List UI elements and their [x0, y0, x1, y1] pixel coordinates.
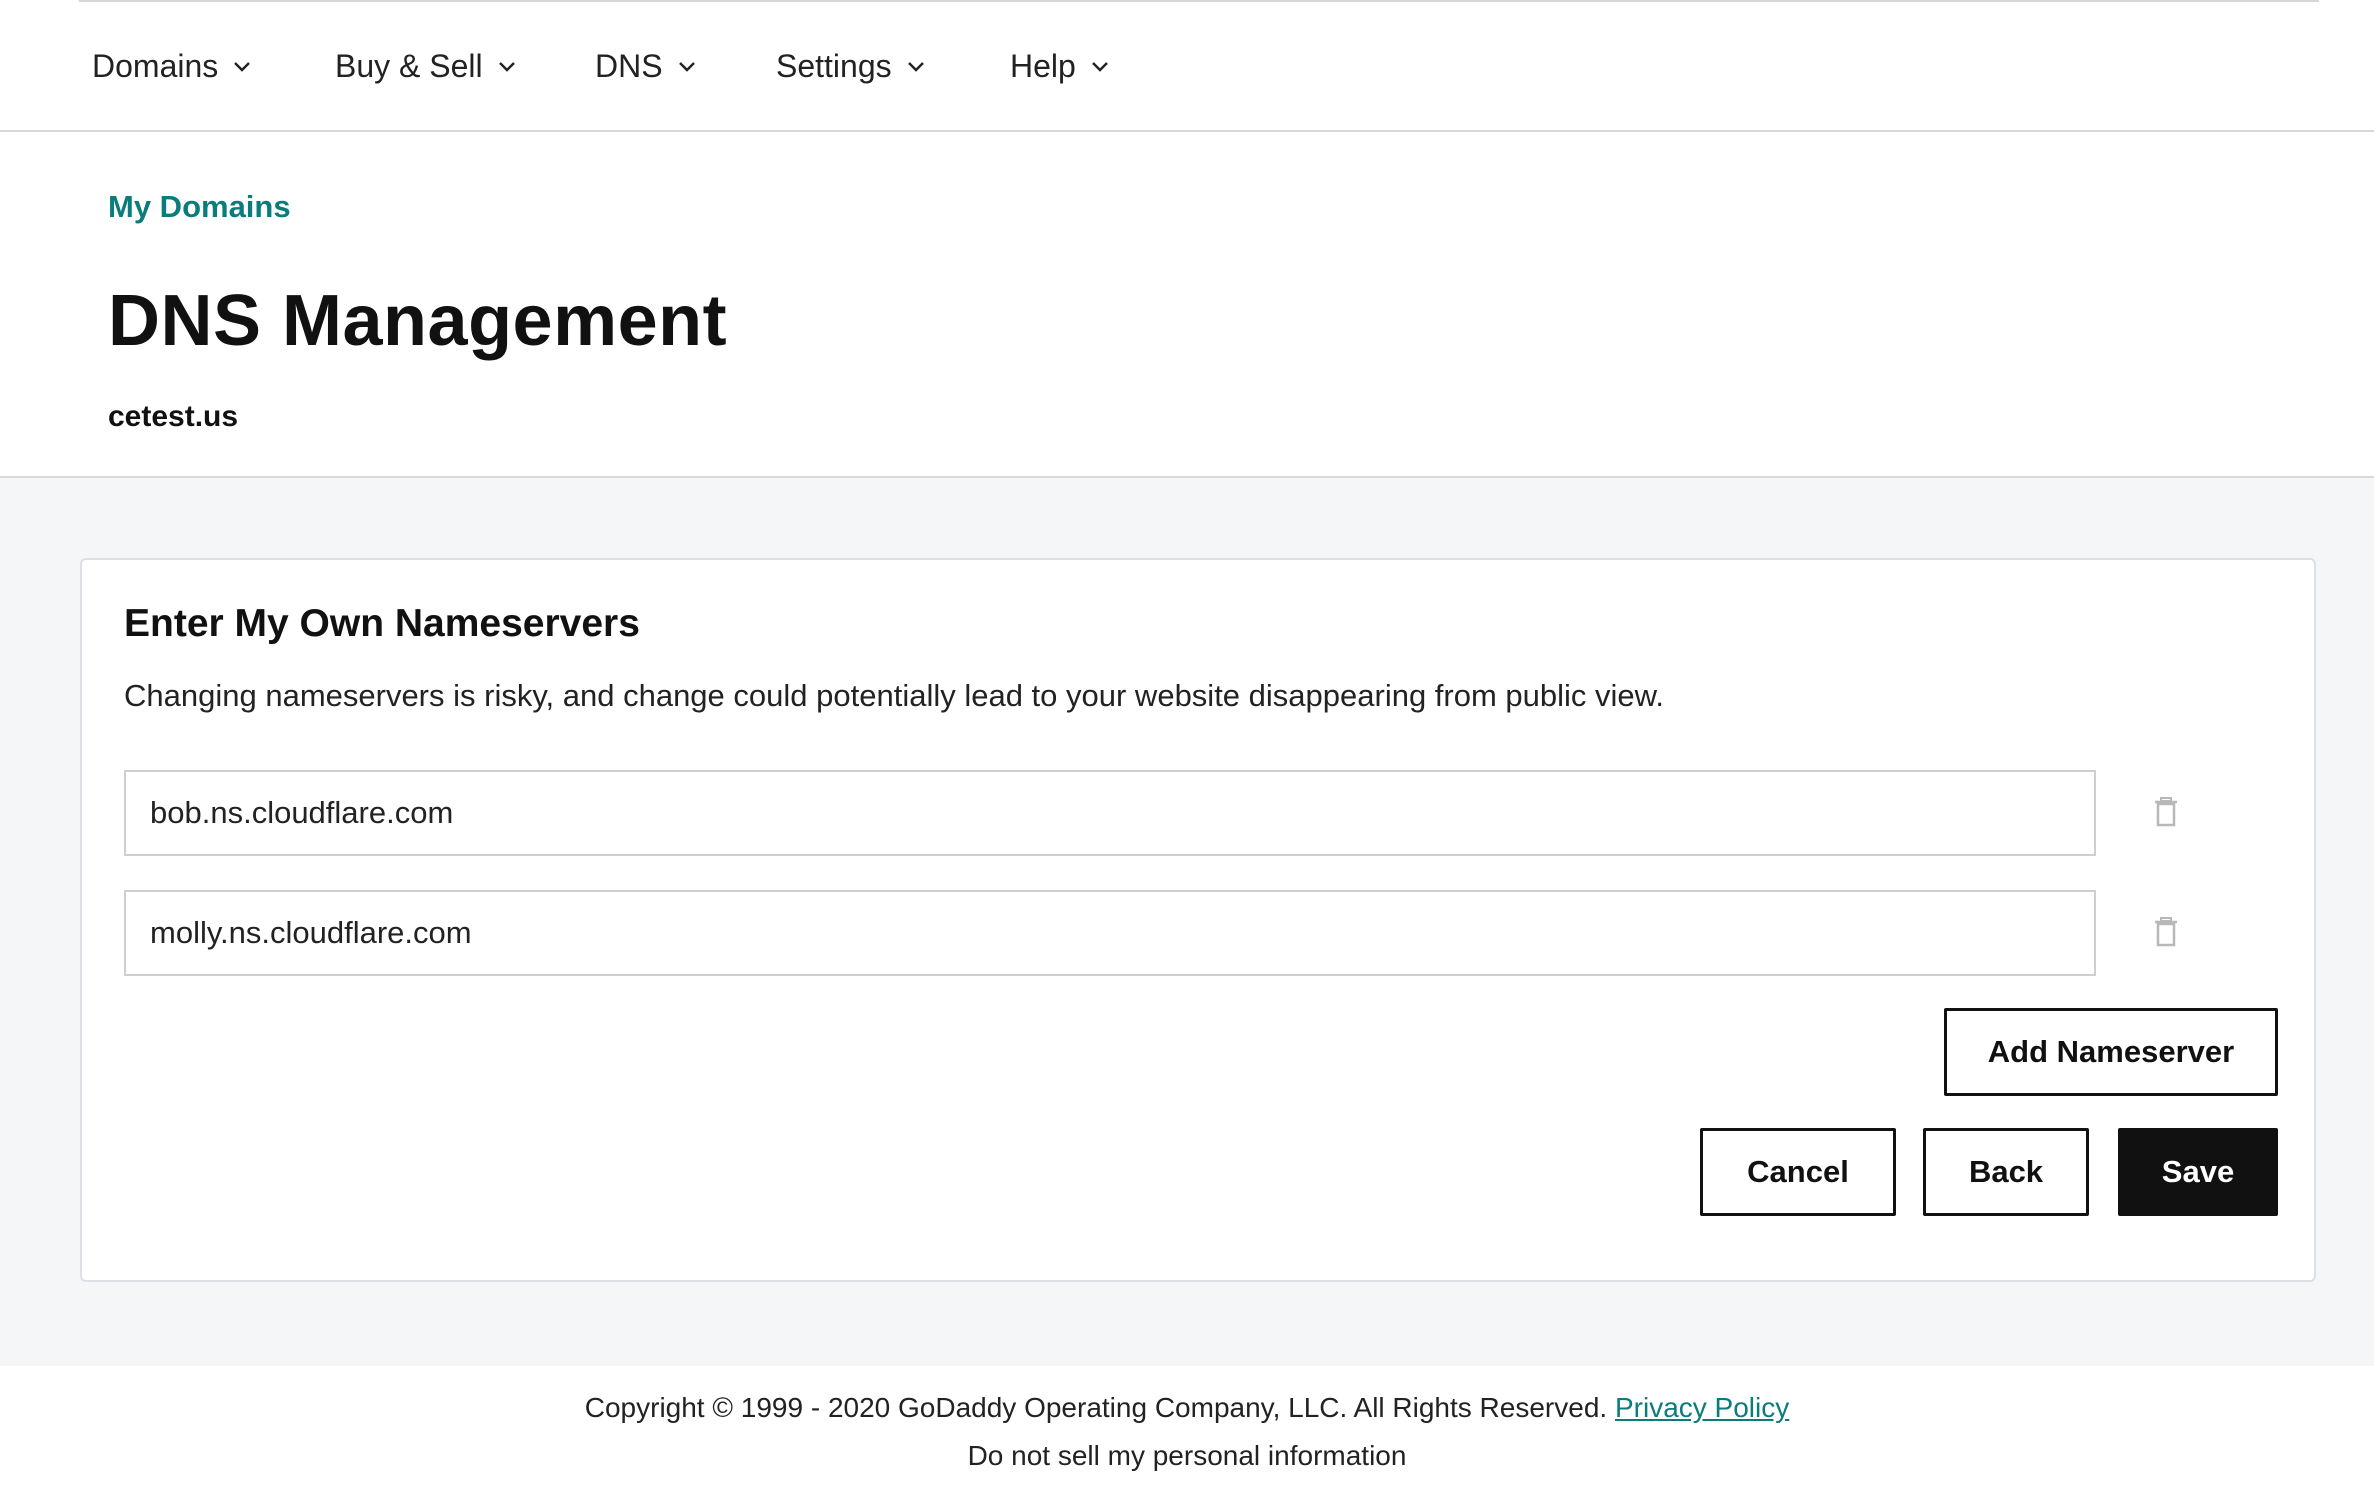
nameserver-input-1[interactable]: [124, 770, 2096, 856]
save-button[interactable]: Save: [2118, 1128, 2278, 1216]
nav-help-label: Help: [1010, 47, 1076, 84]
page-footer: Copyright © 1999 - 2020 GoDaddy Operatin…: [0, 1366, 2374, 1488]
nav-domains-label: Domains: [92, 47, 219, 84]
copyright-text: Copyright © 1999 - 2020 GoDaddy Operatin…: [584, 1392, 1608, 1423]
add-nameserver-button[interactable]: Add Nameserver: [1944, 1008, 2278, 1096]
content-area: Enter My Own Nameservers Changing namese…: [0, 478, 2374, 1366]
card-description: Changing nameservers is risky, and chang…: [124, 678, 1664, 713]
nav-dns-label: DNS: [595, 47, 663, 84]
chevron-down-icon: [678, 62, 695, 72]
privacy-policy-link[interactable]: Privacy Policy: [1615, 1392, 1789, 1423]
trash-icon[interactable]: [2152, 916, 2180, 948]
chevron-down-icon: [907, 62, 924, 72]
nameservers-card: Enter My Own Nameservers Changing namese…: [80, 558, 2316, 1282]
nav-dns[interactable]: DNS: [595, 44, 697, 88]
nameserver-input-2[interactable]: [124, 890, 2096, 976]
page-title: DNS Management: [108, 281, 728, 361]
nav-settings-label: Settings: [776, 47, 892, 84]
back-button[interactable]: Back: [1923, 1128, 2089, 1216]
page-header: My Domains DNS Management cetest.us: [0, 132, 2374, 478]
chevron-down-icon: [234, 62, 251, 72]
trash-icon[interactable]: [2152, 796, 2180, 828]
breadcrumb-my-domains[interactable]: My Domains: [108, 189, 291, 225]
nav-buy-sell-label: Buy & Sell: [335, 47, 483, 84]
do-not-sell-link[interactable]: Do not sell my personal information: [0, 1440, 2374, 1472]
nav-domains[interactable]: Domains: [92, 44, 252, 88]
nav-help[interactable]: Help: [1010, 44, 1110, 88]
chevron-down-icon: [498, 62, 515, 72]
domain-name: cetest.us: [108, 400, 239, 433]
nav-settings[interactable]: Settings: [776, 44, 926, 88]
cancel-button[interactable]: Cancel: [1700, 1128, 1896, 1216]
card-title: Enter My Own Nameservers: [124, 602, 640, 645]
copyright-line: Copyright © 1999 - 2020 GoDaddy Operatin…: [0, 1392, 2374, 1424]
top-navigation: Domains Buy & Sell DNS Settings Help: [0, 2, 2374, 132]
nav-buy-sell[interactable]: Buy & Sell: [335, 44, 517, 88]
chevron-down-icon: [1091, 62, 1108, 72]
